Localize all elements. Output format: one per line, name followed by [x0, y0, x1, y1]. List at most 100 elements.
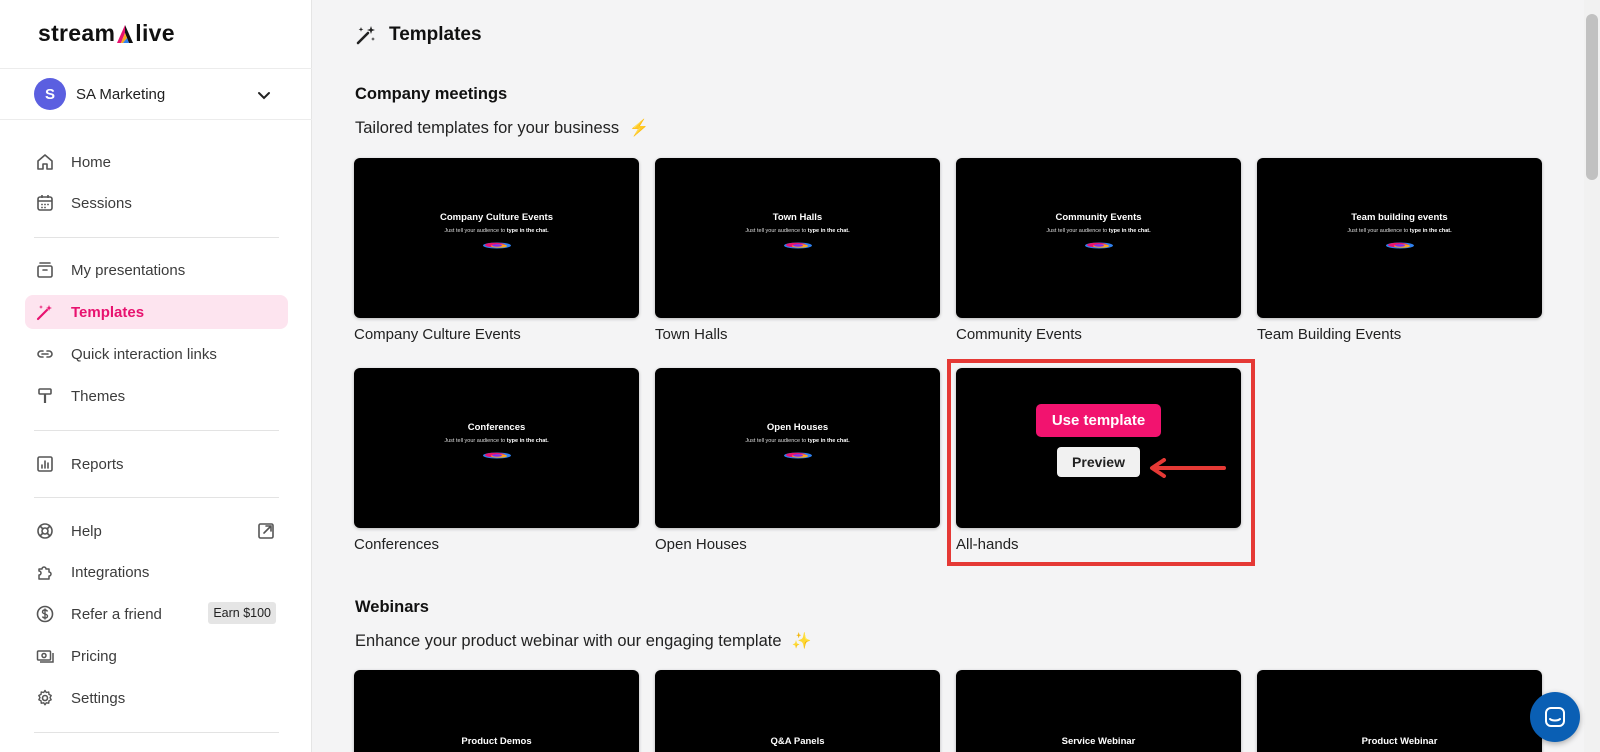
- magic-wand-icon: [356, 26, 375, 45]
- template-card-service-webinar[interactable]: Service Webinar: [956, 670, 1241, 752]
- card-thumb-subtitle-bold: type in the chat.: [1409, 228, 1452, 234]
- card-thumb-subtitle: Just tell your audience to type in the c…: [444, 438, 548, 444]
- sidebar-item-label: My presentations: [71, 261, 186, 279]
- streamalive-swirl-icon: [1084, 242, 1113, 249]
- sidebar-item-reports[interactable]: Reports: [25, 447, 288, 481]
- sidebar-item-home[interactable]: Home: [25, 145, 288, 179]
- sidebar-item-label: Templates: [71, 303, 145, 321]
- section-subtitle-text: Tailored templates for your business: [355, 118, 620, 137]
- workspace-switcher[interactable]: S SA Marketing: [0, 68, 312, 120]
- card-thumb-subtitle-plain: Just tell your audience to: [444, 438, 507, 444]
- card-label[interactable]: Community Events: [956, 326, 1082, 343]
- card-label[interactable]: Conferences: [354, 536, 439, 553]
- section-title-company-meetings: Company meetings: [355, 85, 508, 103]
- card-thumb-subtitle-plain: Just tell your audience to: [444, 228, 507, 234]
- card-thumb-subtitle-bold: type in the chat.: [506, 438, 549, 444]
- card-thumb-title: Open Houses: [766, 422, 829, 433]
- avatar: S: [34, 78, 66, 110]
- earn-badge: Earn $100: [208, 602, 276, 624]
- card-thumb-title: Q&A Panels: [770, 736, 825, 747]
- template-card-team-building-events[interactable]: Team building events Just tell your audi…: [1257, 158, 1542, 318]
- sidebar-item-label: Home: [71, 153, 112, 171]
- logo-a-icon: [117, 24, 134, 43]
- card-label[interactable]: Team Building Events: [1257, 326, 1401, 343]
- section-subtitle: Enhance your product webinar with our en…: [355, 631, 811, 651]
- section-subtitle: Tailored templates for your business ⚡: [355, 118, 649, 138]
- template-card-company-culture-events[interactable]: Company Culture Events Just tell your au…: [354, 158, 639, 318]
- chat-launcher-button[interactable]: [1530, 692, 1580, 742]
- paint-roller-icon: [35, 386, 55, 406]
- page-title: Templates: [355, 24, 482, 46]
- card-label[interactable]: Open Houses: [655, 536, 747, 553]
- streamalive-swirl-icon: [482, 242, 511, 249]
- chevron-down-icon[interactable]: [254, 85, 274, 105]
- card-label[interactable]: Town Halls: [655, 326, 728, 343]
- card-thumb-subtitle-bold: type in the chat.: [1108, 228, 1151, 234]
- sidebar-item-pricing[interactable]: Pricing: [25, 639, 288, 673]
- page-scrollbar[interactable]: [1584, 0, 1600, 752]
- sidebar-item-label: Sessions: [71, 194, 132, 212]
- sidebar-item-label: Help: [71, 522, 102, 540]
- divider: [34, 732, 279, 733]
- card-thumb-subtitle-bold: type in the chat.: [807, 228, 850, 234]
- card-thumb-title: Team building events: [1351, 212, 1448, 223]
- template-card-open-houses[interactable]: Open Houses Just tell your audience to t…: [655, 368, 940, 528]
- divider: [34, 430, 279, 431]
- card-label[interactable]: Company Culture Events: [354, 326, 521, 343]
- card-thumb-title: Service Webinar: [1061, 736, 1136, 747]
- card-thumb-subtitle: Just tell your audience to type in the c…: [745, 228, 849, 234]
- lifebuoy-icon: [35, 521, 55, 541]
- card-thumb-subtitle-plain: Just tell your audience to: [1046, 228, 1109, 234]
- section-title-webinars: Webinars: [355, 598, 429, 616]
- dollar-icon: [35, 604, 55, 624]
- template-card-qa-panels[interactable]: Q&A Panels: [655, 670, 940, 752]
- sidebar-item-label: Themes: [71, 387, 126, 405]
- card-thumb-subtitle-bold: type in the chat.: [506, 228, 549, 234]
- sidebar-item-themes[interactable]: Themes: [25, 379, 288, 413]
- chat-icon: [1545, 707, 1565, 727]
- card-thumb-subtitle-plain: Just tell your audience to: [745, 228, 808, 234]
- card-thumb-title: Product Demos: [461, 736, 532, 747]
- card-thumb-subtitle: Just tell your audience to type in the c…: [1046, 228, 1150, 234]
- workspace-name: SA Marketing: [76, 85, 166, 103]
- card-thumb-title: Conferences: [467, 422, 526, 433]
- streamalive-logo[interactable]: stream live: [38, 20, 175, 47]
- sidebar-item-quick-interaction-links[interactable]: Quick interaction links: [25, 337, 288, 371]
- sidebar-item-label: Refer a friend: [71, 605, 162, 623]
- card-thumb-subtitle-plain: Just tell your audience to: [745, 438, 808, 444]
- home-icon: [35, 152, 55, 172]
- cash-icon: [35, 646, 55, 666]
- chart-icon: [35, 454, 55, 474]
- sidebar-item-label: Integrations: [71, 563, 150, 581]
- divider: [34, 497, 279, 498]
- sidebar-item-label: Settings: [71, 689, 126, 707]
- section-subtitle-text: Enhance your product webinar with our en…: [355, 631, 782, 650]
- gear-icon: [35, 688, 55, 708]
- sparkles-icon: ✨: [791, 633, 812, 650]
- sidebar-item-integrations[interactable]: Integrations: [25, 555, 288, 589]
- puzzle-icon: [35, 562, 55, 582]
- template-card-town-halls[interactable]: Town Halls Just tell your audience to ty…: [655, 158, 940, 318]
- divider: [34, 237, 279, 238]
- scrollbar-thumb[interactable]: [1586, 14, 1598, 180]
- page-title-text: Templates: [389, 24, 482, 45]
- sidebar-item-templates[interactable]: Templates: [25, 295, 288, 329]
- template-card-conferences[interactable]: Conferences Just tell your audience to t…: [354, 368, 639, 528]
- sidebar-item-label: Reports: [71, 455, 124, 473]
- template-card-product-demos[interactable]: Product Demos: [354, 670, 639, 752]
- sidebar-item-help[interactable]: Help: [25, 514, 288, 548]
- sidebar-item-sessions[interactable]: Sessions: [25, 186, 288, 220]
- link-icon: [35, 344, 55, 364]
- template-card-community-events[interactable]: Community Events Just tell your audience…: [956, 158, 1241, 318]
- lightning-icon: ⚡: [629, 120, 650, 137]
- card-thumb-title: Company Culture Events: [440, 212, 553, 223]
- sidebar-item-refer-a-friend[interactable]: Refer a friend Earn $100: [25, 597, 288, 631]
- streamalive-swirl-icon: [482, 452, 511, 459]
- sidebar-item-settings[interactable]: Settings: [25, 681, 288, 715]
- card-thumb-title: Product Webinar: [1361, 736, 1438, 747]
- template-card-product-webinar[interactable]: Product Webinar: [1257, 670, 1542, 752]
- sidebar-item-my-presentations[interactable]: My presentations: [25, 253, 288, 287]
- presentation-icon: [35, 260, 55, 280]
- card-thumb-subtitle: Just tell your audience to type in the c…: [444, 228, 548, 234]
- sidebar: stream live S SA Marketing Home Sessions…: [0, 0, 312, 752]
